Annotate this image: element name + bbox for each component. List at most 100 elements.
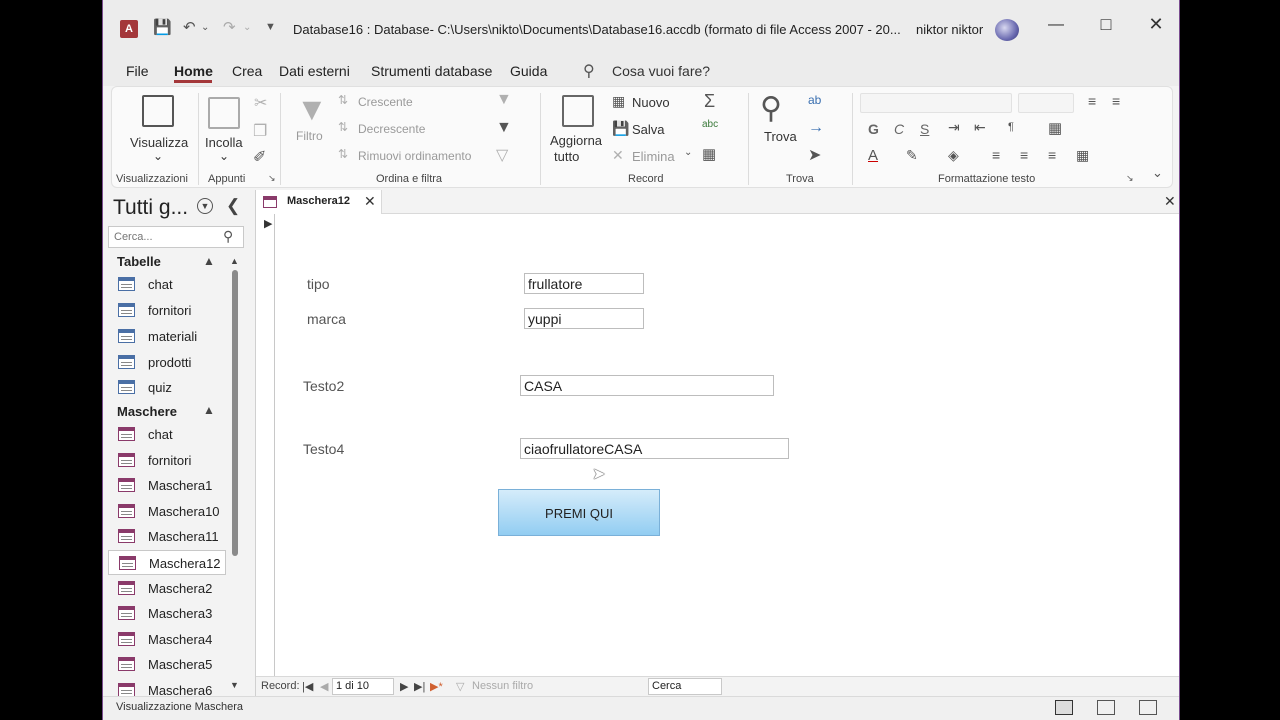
paragraph-direction-icon[interactable]: ¶ [1008,121,1014,133]
nav-table-fornitori[interactable]: fornitori [108,298,226,323]
nav-scrollbar[interactable]: ▲ ▼ [230,254,240,690]
nav-form-maschera12[interactable]: Maschera12 [108,550,226,575]
last-record-icon[interactable]: ▶| [414,680,425,693]
save-record[interactable]: Salva [632,122,665,137]
tab-home[interactable]: Home [174,63,213,79]
section-tabelle[interactable]: Tabelle [117,254,161,269]
dialog-launcher-icon[interactable]: ↘ [268,173,276,184]
view-button[interactable]: Visualizza ⌄ [120,91,194,163]
tell-me-input[interactable]: Cosa vuoi fare? [612,63,710,79]
conditional-format-icon[interactable]: ▦ [1076,147,1089,164]
format-painter-icon[interactable]: ✐ [253,147,266,167]
nav-table-prodotti[interactable]: prodotti [108,350,226,375]
save-record-icon[interactable]: 💾 [612,120,629,137]
maximize-button[interactable]: □ [1091,14,1121,35]
form-view-icon[interactable] [1055,700,1073,715]
chevron-up-icon[interactable]: ▲ [203,403,215,417]
totals-icon[interactable]: Σ [704,91,715,112]
premi-qui-button[interactable]: PREMI QUI [498,489,660,536]
minimize-button[interactable]: — [1041,16,1071,34]
nav-table-chat[interactable]: chat [108,272,226,297]
nav-form-maschera11[interactable]: Maschera11 [108,524,226,549]
fill-color-icon[interactable]: ◈ [948,147,959,164]
next-record-icon[interactable]: ▶ [400,680,408,693]
scroll-down-icon[interactable]: ▼ [230,680,239,690]
spelling-icon[interactable]: abc [702,119,718,130]
chevron-down-icon[interactable]: ⌄ [684,147,692,158]
select-icon[interactable]: ➤ [808,145,821,165]
design-view-icon[interactable] [1139,700,1157,715]
bullet-list-icon[interactable]: ≡ [1088,93,1096,109]
paste-button[interactable]: Incolla ⌄ [202,91,244,163]
field-testo2[interactable]: CASA [520,375,774,396]
bold-button[interactable]: G [868,121,879,137]
close-tab-icon[interactable]: ✕ [364,193,376,210]
field-testo4[interactable]: ciaofrullatoreCASA [520,438,789,459]
search-icon[interactable]: ⚲ [223,228,233,245]
underline-button[interactable]: S [920,121,929,137]
align-left-icon[interactable]: ≡ [992,147,1000,163]
dialog-launcher-icon[interactable]: ↘ [1126,173,1134,184]
collapse-ribbon-icon[interactable]: ⌄ [1152,165,1163,181]
record-search-field[interactable]: Cerca [648,678,722,695]
filter-status[interactable]: Nessun filtro [472,680,533,692]
nav-table-quiz[interactable]: quiz [108,375,226,400]
align-right-icon[interactable]: ≡ [1048,147,1056,163]
increase-indent-icon[interactable]: ⇥ [948,119,960,136]
user-avatar[interactable] [995,19,1019,41]
nav-pane-title[interactable]: Tutti g... [113,196,188,220]
replace-icon[interactable]: ab [808,93,821,107]
collapse-pane-icon[interactable]: ❮ [226,196,240,216]
align-center-icon[interactable]: ≡ [1020,147,1028,163]
find-button[interactable]: ⚲ Trova [756,91,800,151]
scrollbar-thumb[interactable] [232,270,238,556]
nav-table-materiali[interactable]: materiali [108,324,226,349]
tab-file[interactable]: File [126,63,149,79]
lightbulb-search-icon[interactable]: ⚲ [583,61,595,81]
numbered-list-icon[interactable]: ≡ [1112,93,1120,109]
scroll-up-icon[interactable]: ▲ [230,256,239,266]
tab-maschera12[interactable]: Maschera12 ✕ [256,190,382,214]
nav-form-maschera10[interactable]: Maschera10 [108,499,226,524]
nav-form-maschera2[interactable]: Maschera2 [108,576,226,601]
save-icon[interactable]: 💾 [153,18,172,36]
tab-dati-esterni[interactable]: Dati esterni [279,63,350,79]
font-color-icon[interactable]: A [868,147,878,164]
close-window-button[interactable]: ✕ [1141,14,1171,35]
nav-form-fornitori[interactable]: fornitori [108,448,226,473]
new-record[interactable]: Nuovo [632,95,670,110]
nav-form-chat[interactable]: chat [108,422,226,447]
advanced-filter-icon[interactable]: ▼ [496,119,512,137]
chevron-up-icon[interactable]: ▲ [203,254,215,268]
undo-dropdown-icon[interactable]: ⌄ [201,22,209,33]
nav-form-maschera4[interactable]: Maschera4 [108,627,226,652]
refresh-all-button[interactable]: Aggiorna tutto [546,91,606,167]
italic-button[interactable]: C [894,121,904,137]
section-maschere[interactable]: Maschere [117,404,177,419]
tab-strumenti-database[interactable]: Strumenti database [371,63,492,79]
gridlines-icon[interactable]: ▦ [1048,119,1062,137]
customize-qat-icon[interactable]: ▼ [265,21,276,33]
tab-crea[interactable]: Crea [232,63,262,79]
undo-icon[interactable]: ↶ [183,18,196,36]
go-to-icon[interactable]: → [808,119,824,137]
current-record-field[interactable]: 1 di 10 [332,678,394,695]
nav-form-maschera6[interactable]: Maschera6 [108,678,226,696]
first-record-icon[interactable]: |◀ [302,680,313,693]
layout-view-icon[interactable] [1097,700,1115,715]
more-records-icon[interactable]: ▦ [702,145,716,163]
nav-menu-icon[interactable]: ▼ [197,198,213,214]
nav-form-maschera3[interactable]: Maschera3 [108,601,226,626]
new-record-icon[interactable]: ▦ [612,93,625,110]
close-document-icon[interactable]: ✕ [1164,193,1176,210]
field-tipo[interactable]: frullatore [524,273,644,294]
highlight-icon[interactable]: ✎ [906,147,918,164]
field-marca[interactable]: yuppi [524,308,644,329]
tab-guida[interactable]: Guida [510,63,547,79]
nav-form-maschera5[interactable]: Maschera5 [108,652,226,677]
decrease-indent-icon[interactable]: ⇤ [974,119,986,136]
record-selector[interactable] [256,214,275,676]
user-name[interactable]: niktor niktor [916,22,983,37]
new-record-nav-icon[interactable]: ▶* [430,680,443,693]
nav-form-maschera1[interactable]: Maschera1 [108,473,226,498]
